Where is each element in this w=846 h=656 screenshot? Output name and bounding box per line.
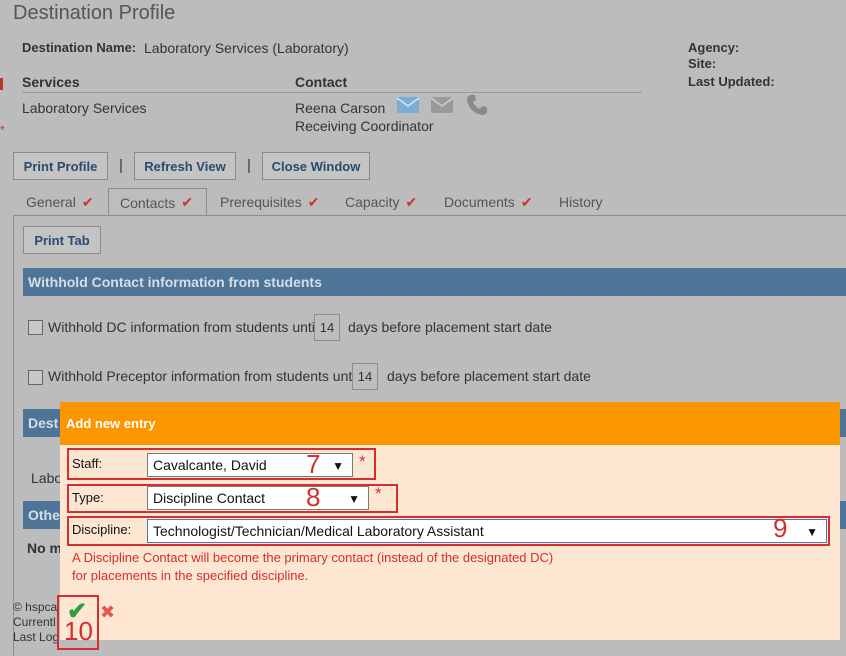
footer: © hspca Currentl Last Log — [13, 600, 59, 645]
contact-name: Reena Carson — [295, 100, 386, 116]
withhold-preceptor-checkbox[interactable] — [28, 370, 43, 385]
staff-select-value: Cavalcante, David — [153, 457, 267, 473]
type-select[interactable]: Discipline Contact ▼ — [147, 486, 369, 510]
annotation-step-8: 8 — [306, 482, 321, 512]
contact-header: Contact — [295, 74, 348, 90]
note-line: for placements in the specified discipli… — [72, 568, 309, 583]
print-tab-button[interactable]: Print Tab — [23, 226, 101, 254]
email-icon[interactable] — [396, 96, 420, 114]
discipline-select[interactable]: Technologist/Technician/Medical Laborato… — [147, 519, 827, 543]
tab-capacity[interactable]: Capacity ✔ — [345, 194, 417, 211]
withhold-preceptor-label: Withhold Preceptor information from stud… — [48, 368, 359, 384]
check-icon: ✔ — [405, 194, 418, 210]
tab-documents[interactable]: Documents ✔ — [444, 194, 533, 211]
tab-label: General — [26, 194, 76, 210]
withhold-section-header: Withhold Contact information from studen… — [23, 268, 846, 296]
withhold-preceptor-suffix: days before placement start date — [387, 368, 591, 384]
phone-icon[interactable] — [465, 93, 489, 117]
withhold-dc-label: Withhold DC information from students un… — [48, 319, 318, 335]
add-entry-modal: Add new entry Staff: Cavalcante, David ▼… — [57, 402, 840, 650]
withhold-dc-days-input[interactable]: 14 — [314, 314, 340, 341]
withhold-dc-suffix: days before placement start date — [348, 319, 552, 335]
tab-general[interactable]: General ✔ — [26, 194, 94, 211]
annotation-step-10: 10 — [64, 616, 93, 646]
tab-label: Contacts — [120, 194, 176, 211]
contact-role: Receiving Coordinator — [295, 118, 434, 134]
footer-copyright: © hspca — [13, 600, 58, 614]
header-divider — [22, 92, 642, 93]
services-value: Laboratory Services — [22, 100, 147, 116]
section-header-text: Dest — [28, 415, 59, 431]
discipline-contact-note: A Discipline Contact will become the pri… — [72, 549, 553, 585]
tab-history[interactable]: History — [559, 194, 603, 210]
required-marker: * — [359, 452, 366, 471]
tab-label: Capacity — [345, 194, 400, 210]
discipline-label: Discipline: — [72, 522, 132, 537]
withhold-dc-checkbox[interactable] — [28, 320, 43, 335]
chevron-down-icon: ▼ — [348, 492, 360, 506]
staff-label: Staff: — [72, 456, 103, 471]
check-icon: ✔ — [520, 194, 533, 210]
annotation-step-7: 7 — [306, 449, 321, 479]
destination-name-label: Destination Name: — [22, 40, 137, 55]
annotation-step-9: 9 — [773, 513, 788, 543]
check-icon: ✔ — [81, 194, 94, 210]
edge-marker — [0, 78, 3, 90]
footer-current: Currentl — [13, 615, 56, 629]
refresh-view-button[interactable]: Refresh View — [134, 152, 236, 180]
toolbar-separator: | — [247, 157, 251, 174]
email-grey-icon[interactable] — [430, 96, 454, 114]
print-profile-button[interactable]: Print Profile — [13, 152, 108, 180]
required-marker: * — [375, 484, 382, 503]
type-select-value: Discipline Contact — [153, 490, 266, 506]
tab-prerequisites[interactable]: Prerequisites ✔ — [220, 194, 319, 211]
page-title: Destination Profile — [13, 2, 176, 24]
last-updated-label: Last Updated: — [688, 74, 775, 89]
note-line: A Discipline Contact will become the pri… — [72, 550, 554, 565]
check-icon: ✔ — [307, 194, 320, 210]
withhold-preceptor-days-input[interactable]: 14 — [352, 363, 378, 390]
tab-label: Documents — [444, 194, 515, 210]
destination-name-value: Laboratory Services (Laboratory) — [144, 40, 349, 56]
section-header-text: Othe — [28, 507, 60, 523]
chevron-down-icon: ▼ — [332, 459, 344, 473]
edge-mark: * — [0, 123, 5, 137]
labo-partial-text: Labo — [31, 470, 63, 486]
tab-contacts[interactable]: Contacts ✔ — [108, 188, 207, 216]
services-header: Services — [22, 74, 80, 90]
chevron-down-icon: ▼ — [806, 525, 818, 539]
site-label: Site: — [688, 56, 717, 71]
staff-select[interactable]: Cavalcante, David ▼ — [147, 453, 353, 477]
check-icon: ✔ — [181, 194, 193, 210]
cancel-x-icon[interactable]: ✖ — [100, 602, 115, 623]
footer-last-login: Last Log — [13, 630, 60, 644]
agency-label: Agency: — [688, 40, 740, 55]
discipline-select-value: Technologist/Technician/Medical Laborato… — [153, 523, 484, 539]
no-records-partial: No m — [27, 540, 62, 556]
type-label: Type: — [72, 490, 104, 505]
modal-title: Add new entry — [60, 402, 840, 445]
tab-label: History — [559, 194, 603, 210]
toolbar-separator: | — [119, 157, 123, 174]
tab-label: Prerequisites — [220, 194, 302, 210]
close-window-button[interactable]: Close Window — [262, 152, 370, 180]
